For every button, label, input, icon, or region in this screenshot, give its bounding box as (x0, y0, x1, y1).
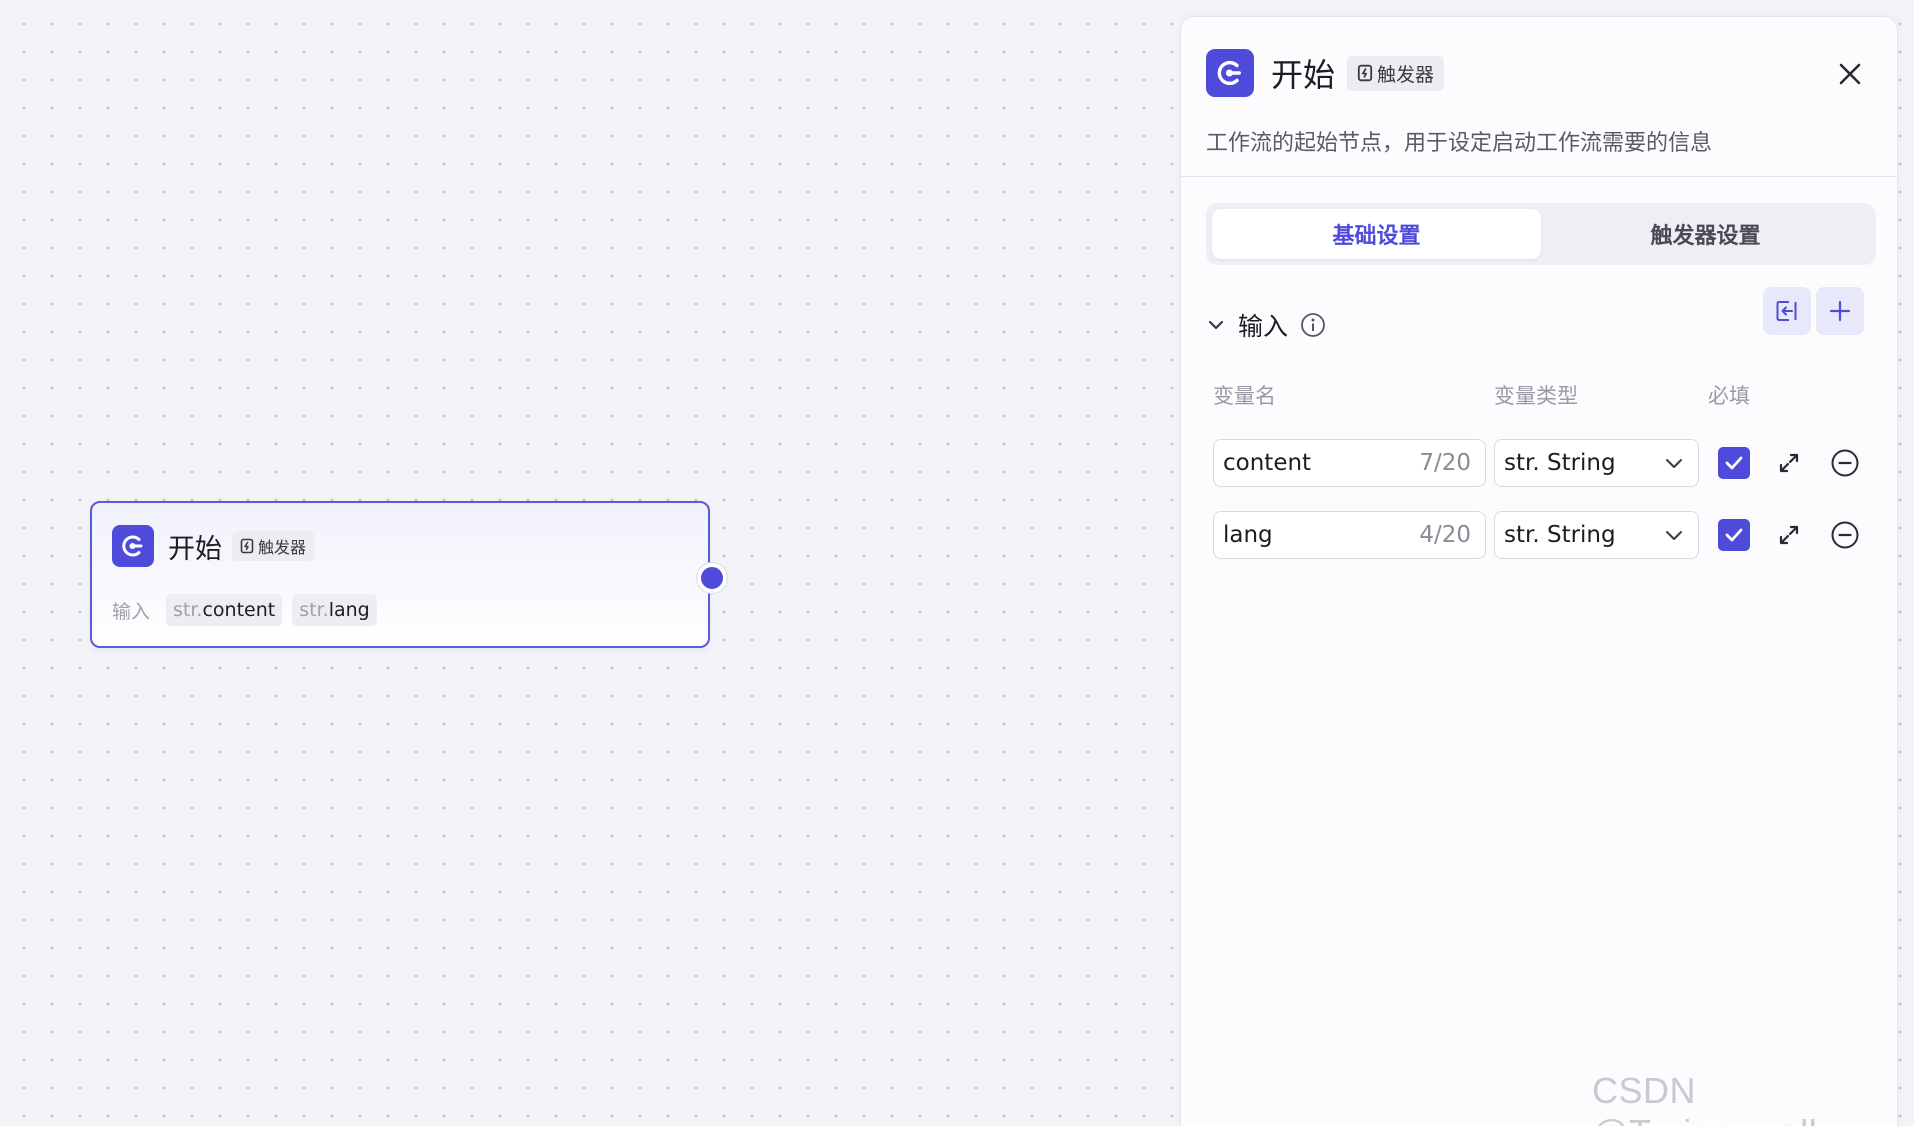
input-chip: str.lang (292, 594, 377, 626)
section-title: 输入 (1238, 312, 1289, 341)
tab-basic-settings[interactable]: 基础设置 (1212, 209, 1541, 259)
node-title: 开始 (168, 533, 222, 565)
start-node-card[interactable]: 开始 触发器 输入 str.content str.lang (90, 501, 710, 648)
chevron-down-icon (1666, 531, 1682, 540)
chip-type-prefix: str. (299, 599, 329, 621)
trigger-tag-label: 触发器 (258, 538, 307, 557)
add-variable-button[interactable] (1816, 287, 1864, 335)
close-icon (1839, 63, 1861, 85)
start-node-icon (1206, 49, 1254, 97)
check-icon (1725, 528, 1743, 542)
node-header: 开始 触发器 (112, 525, 315, 567)
trigger-tag: 触发器 (1347, 55, 1445, 91)
minus-circle-icon (1831, 521, 1859, 549)
expand-icon (1779, 453, 1799, 473)
settings-tabs: 基础设置 触发器设置 (1206, 203, 1876, 265)
char-count: 4/20 (1419, 522, 1471, 548)
node-inputs-label: 输入 (112, 600, 151, 623)
column-header-name: 变量名 (1213, 384, 1276, 408)
column-header-type: 变量类型 (1494, 384, 1578, 408)
tab-trigger-settings[interactable]: 触发器设置 (1541, 209, 1870, 259)
node-inputs: 输入 str.content str.lang (112, 594, 377, 626)
variable-type-value: str. String (1504, 522, 1616, 548)
remove-variable-button[interactable] (1827, 517, 1863, 553)
required-checkbox[interactable] (1718, 519, 1750, 551)
input-section-header[interactable]: 输入 (1206, 307, 1326, 343)
chip-type-prefix: str. (173, 599, 203, 621)
chevron-down-icon (1666, 459, 1682, 468)
trigger-icon (1357, 64, 1373, 82)
chevron-down-icon[interactable] (1206, 315, 1226, 335)
char-count: 7/20 (1419, 450, 1471, 476)
variable-name-value: content (1223, 450, 1312, 476)
import-variables-button[interactable] (1763, 287, 1811, 335)
trigger-tag-label: 触发器 (1377, 63, 1435, 86)
panel-description: 工作流的起始节点，用于设定启动工作流需要的信息 (1206, 131, 1713, 156)
variable-name-value: lang (1223, 522, 1273, 548)
panel-header: 开始 触发器 (1206, 49, 1445, 97)
column-header-required: 必填 (1708, 384, 1750, 408)
variable-name-input[interactable]: content 7/20 (1213, 439, 1486, 487)
remove-variable-button[interactable] (1827, 445, 1863, 481)
check-icon (1725, 456, 1743, 470)
start-node-icon (112, 525, 154, 567)
variable-type-select[interactable]: str. String (1494, 511, 1699, 559)
trigger-tag: 触发器 (232, 531, 315, 561)
expand-button[interactable] (1773, 447, 1805, 479)
trigger-icon (240, 538, 254, 554)
expand-button[interactable] (1773, 519, 1805, 551)
divider (1181, 176, 1897, 177)
input-chip: str.content (166, 594, 283, 626)
output-port[interactable] (697, 563, 727, 593)
plus-icon (1829, 300, 1851, 322)
import-icon (1776, 301, 1797, 321)
panel-title: 开始 (1271, 56, 1336, 94)
variable-row: content 7/20 str. String (1213, 439, 1873, 487)
expand-icon (1779, 525, 1799, 545)
close-button[interactable] (1833, 57, 1867, 91)
required-checkbox[interactable] (1718, 447, 1750, 479)
chip-name: content (202, 599, 276, 621)
variable-row: lang 4/20 str. String (1213, 511, 1873, 559)
variable-type-select[interactable]: str. String (1494, 439, 1699, 487)
node-settings-panel: 开始 触发器 工作流的起始节点，用于设定启动工作流需要的信息 基础设置 触发器设… (1180, 16, 1898, 1126)
watermark: CSDN @Turing_well (1592, 1070, 1817, 1126)
info-icon[interactable] (1300, 312, 1326, 338)
minus-circle-icon (1831, 449, 1859, 477)
variable-type-value: str. String (1504, 450, 1616, 476)
variable-name-input[interactable]: lang 4/20 (1213, 511, 1486, 559)
chip-name: lang (328, 599, 370, 621)
